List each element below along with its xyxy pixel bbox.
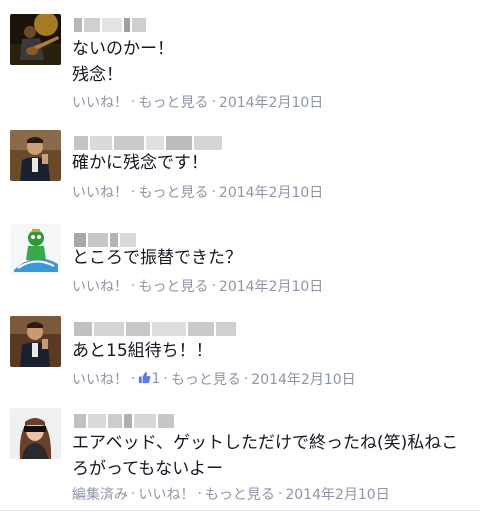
- separator: ·: [243, 371, 249, 387]
- separator: ·: [211, 278, 216, 294]
- like-link[interactable]: いいね！: [138, 487, 194, 503]
- comment-4: あと15組待ち！！ いいね！ · 1 · もっと見る · 2014年2月10日: [0, 308, 480, 400]
- comment-text: あと15組待ち！！: [72, 341, 213, 361]
- comment-3: ところで振替できた？ いいね！ · もっと見る · 2014年2月10日: [0, 215, 480, 308]
- like-link[interactable]: いいね！: [72, 95, 128, 111]
- avatar-photo-man: [10, 130, 61, 181]
- comment-text: 確かに残念です！: [72, 153, 208, 173]
- avatar-photo-woman: [10, 408, 61, 459]
- like-count[interactable]: 1: [138, 371, 160, 387]
- more-link[interactable]: もっと見る: [138, 95, 208, 111]
- like-count-value: 1: [151, 371, 161, 387]
- comment-actions: いいね！ · 1 · もっと見る · 2014年2月10日: [72, 369, 356, 389]
- separator: ·: [131, 94, 136, 110]
- bottom-divider: [0, 510, 480, 511]
- comment-text: ところで振替できた？: [72, 248, 242, 268]
- like-link[interactable]: いいね！: [72, 279, 128, 295]
- separator: ·: [131, 184, 136, 200]
- like-link[interactable]: いいね！: [72, 185, 128, 201]
- avatar[interactable]: [10, 14, 61, 65]
- comment-date[interactable]: 2014年2月10日: [219, 185, 323, 201]
- avatar-photo-guitarist: [10, 14, 61, 65]
- like-link[interactable]: いいね！: [72, 372, 128, 388]
- separator: ·: [131, 486, 136, 502]
- comment-1: ないのかー！ 残念！ いいね！ · もっと見る · 2014年2月10日: [0, 0, 480, 120]
- separator: ·: [211, 184, 216, 200]
- comment-date[interactable]: 2014年2月10日: [219, 279, 323, 295]
- comment-5: エアベッド、ゲットしただけで終ったね(笑)私ねころがってもないよー 編集済み · い…: [0, 400, 480, 517]
- comment-text: エアベッド、ゲットしただけで終ったね(笑)私ねころがってもないよー: [72, 433, 459, 479]
- separator: ·: [197, 486, 202, 502]
- more-link[interactable]: もっと見る: [171, 372, 241, 388]
- comment-actions: 編集済み · いいね！ · もっと見る · 2014年2月10日: [72, 484, 390, 504]
- comment-date[interactable]: 2014年2月10日: [219, 95, 323, 111]
- avatar[interactable]: [10, 408, 61, 459]
- comment-actions: いいね！ · もっと見る · 2014年2月10日: [72, 182, 323, 202]
- comment-date[interactable]: 2014年2月10日: [285, 487, 389, 503]
- commenter-name-blurred[interactable]: [74, 14, 148, 32]
- thumbs-up-icon: [139, 371, 151, 384]
- edited-link[interactable]: 編集済み: [72, 487, 128, 503]
- comment-2: 確かに残念です！ いいね！ · もっと見る · 2014年2月10日: [0, 120, 480, 215]
- avatar-character-icon: [10, 224, 61, 275]
- commenter-name-blurred[interactable]: [74, 410, 176, 428]
- separator: ·: [131, 278, 136, 294]
- avatar[interactable]: [10, 224, 61, 275]
- separator: ·: [211, 94, 216, 110]
- separator: ·: [131, 371, 136, 387]
- avatar[interactable]: [10, 130, 61, 181]
- comment-text: ないのかー！ 残念！: [72, 39, 174, 85]
- separator: ·: [277, 486, 283, 502]
- avatar-photo-man: [10, 316, 61, 367]
- comment-actions: いいね！ · もっと見る · 2014年2月10日: [72, 276, 323, 296]
- more-link[interactable]: もっと見る: [138, 279, 208, 295]
- more-link[interactable]: もっと見る: [138, 185, 208, 201]
- comment-date[interactable]: 2014年2月10日: [251, 372, 355, 388]
- commenter-name-blurred[interactable]: [74, 132, 224, 150]
- comment-actions: いいね！ · もっと見る · 2014年2月10日: [72, 92, 323, 112]
- avatar[interactable]: [10, 316, 61, 367]
- separator: ·: [163, 371, 168, 387]
- more-link[interactable]: もっと見る: [205, 487, 275, 503]
- commenter-name-blurred[interactable]: [74, 318, 238, 336]
